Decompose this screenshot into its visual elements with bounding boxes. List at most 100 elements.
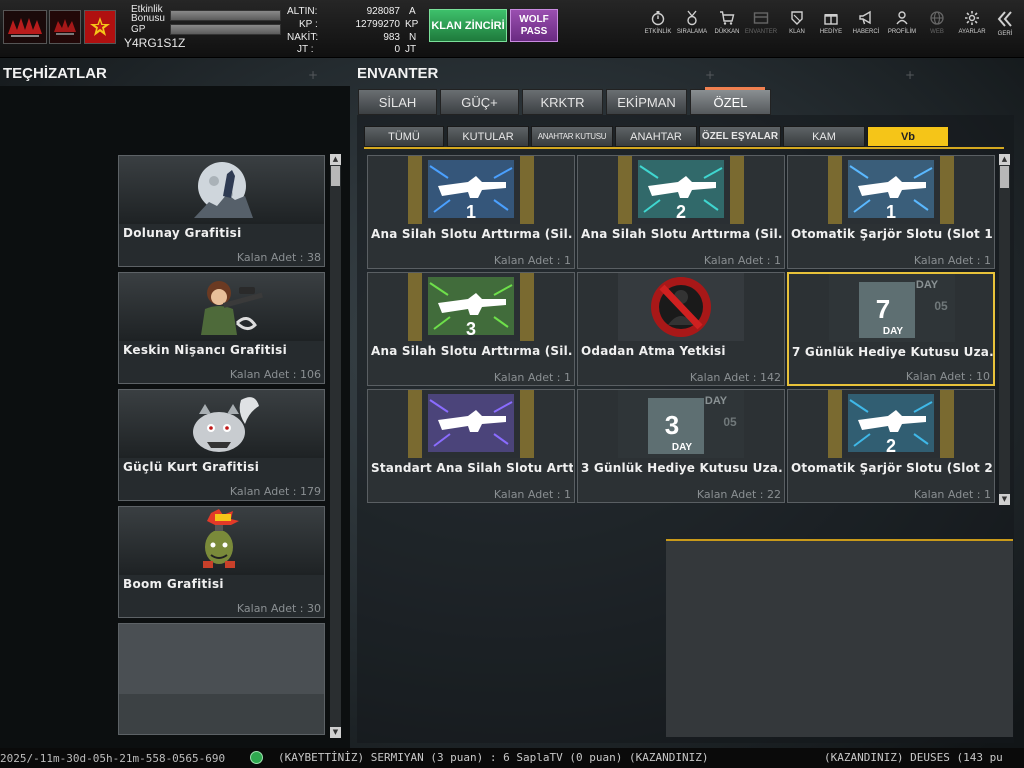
- equipment-item[interactable]: Keskin Nişancı Grafitisi Kalan Adet : 10…: [118, 272, 325, 384]
- filter-kutular[interactable]: KUTULAR: [447, 126, 529, 147]
- inventory-item[interactable]: 3 Ana Silah Slotu Arttırma (Sil... Kalan A…: [367, 272, 575, 386]
- inventory-item[interactable]: Standart Ana Silah Slotu Artt... Kalan Ad…: [367, 389, 575, 503]
- wolf-pass-label: WOLF PASS: [519, 14, 549, 37]
- bonus-label: Bonusu: [131, 13, 165, 24]
- nav-siralama-label: SIRALAMA: [676, 29, 708, 35]
- inventory-item-count: Kalan Adet : 10: [905, 370, 990, 383]
- inventory-item[interactable]: 1 Ana Silah Slotu Arttırma (Sil... Kalan A…: [367, 155, 575, 269]
- inventory-item-image: 7 DAY DAY 05: [829, 274, 955, 342]
- equipment-item-empty[interactable]: [118, 623, 325, 735]
- empty-slot: [119, 624, 324, 694]
- svg-text:2: 2: [886, 436, 896, 456]
- medal-icon: [687, 10, 697, 26]
- player-name: Y4RG1S1Z: [124, 36, 186, 50]
- nav-siralama[interactable]: SIRALAMA: [672, 10, 712, 40]
- equipment-item-name: Boom Grafitisi: [123, 577, 224, 591]
- equipment-scrollbar[interactable]: ▲ ▼: [330, 154, 341, 738]
- nav-profilim-label: PROFİLİM: [887, 29, 917, 35]
- filter-ozel-esyalar[interactable]: ÖZEL EŞYALAR: [699, 126, 781, 147]
- equipment-item-count: Kalan Adet : 179: [229, 485, 321, 498]
- klan-zinciri-button[interactable]: KLAN ZİNCİRİ: [429, 9, 507, 42]
- scroll-down-arrow[interactable]: ▼: [999, 494, 1010, 505]
- inventory-item-name: Ana Silah Slotu Arttırma (Sil...: [581, 227, 783, 241]
- shield-icon: [791, 11, 803, 25]
- currency-unit-3: JT: [405, 44, 417, 55]
- equipment-item[interactable]: Boom Grafitisi Kalan Adet : 30: [118, 506, 325, 618]
- event-bonus-bar: [170, 10, 281, 21]
- equipment-item-count: Kalan Adet : 30: [236, 602, 321, 615]
- equipment-item-name: Güçlü Kurt Grafitisi: [123, 460, 260, 474]
- equipment-item[interactable]: Dolunay Grafitisi Kalan Adet : 38: [118, 155, 325, 267]
- inventory-scrollbar[interactable]: ▲ ▼: [999, 154, 1010, 505]
- inventory-item-name: Otomatik Şarjör Slotu (Slot 1): [791, 227, 993, 241]
- inventory-item-image: [618, 273, 744, 341]
- inventory-item-count: Kalan Adet : 1: [913, 488, 991, 501]
- tab-ozel[interactable]: ÖZEL: [690, 89, 771, 115]
- nav-web[interactable]: WEB: [917, 10, 957, 40]
- scroll-thumb[interactable]: [331, 166, 340, 186]
- nav-geri[interactable]: GERİ: [988, 10, 1022, 40]
- nav-ayarlar[interactable]: AYARLAR: [952, 10, 992, 40]
- equipment-item-name: Dolunay Grafitisi: [123, 226, 242, 240]
- ticker-icon: [250, 751, 263, 764]
- full-moon-wolf-graffiti-image: [119, 156, 324, 224]
- filter-underline: [364, 147, 1004, 149]
- inventory-item-image: 3: [408, 273, 534, 341]
- inventory-item-count: Kalan Adet : 1: [703, 254, 781, 267]
- item-detail-panel: [666, 539, 1013, 737]
- scroll-thumb[interactable]: [1000, 166, 1009, 188]
- klan-zinciri-label: KLAN ZİNCİRİ: [431, 19, 505, 32]
- filter-kam[interactable]: KAM: [783, 126, 865, 147]
- nav-envanter[interactable]: ENVANTER: [741, 10, 781, 40]
- timestamp: 2025/-11m-30d-05h-21m-558-0565-690: [0, 752, 226, 765]
- equipment-item-name: Keskin Nişancı Grafitisi: [123, 343, 288, 357]
- currency-label-2: NAKİT:: [287, 32, 319, 43]
- boom-grenade-graffiti-image: [119, 507, 324, 575]
- inventory-item[interactable]: Odadan Atma Yetkisi Kalan Adet : 142: [577, 272, 785, 386]
- nav-hediye-label: HEDİYE: [819, 29, 843, 35]
- inventory-item-name: Ana Silah Slotu Arttırma (Sil...: [371, 344, 573, 358]
- filter-vb[interactable]: Vb: [867, 126, 949, 147]
- tab-krktr[interactable]: KRKTR: [522, 89, 603, 115]
- back-arrows-icon: [997, 11, 1012, 27]
- equipment-item[interactable]: Güçlü Kurt Grafitisi Kalan Adet : 179: [118, 389, 325, 501]
- inventory-item-image: 1: [408, 156, 534, 224]
- svg-text:DAY: DAY: [916, 279, 939, 291]
- gp-bar: [170, 24, 281, 35]
- inventory-item-count: Kalan Adet : 142: [689, 371, 781, 384]
- filter-anahtar[interactable]: ANAHTAR: [615, 126, 697, 147]
- filter-anahtar-kutusu[interactable]: ANAHTAR KUTUSU: [531, 126, 613, 147]
- filter-tumu[interactable]: TÜMÜ: [364, 126, 444, 147]
- tab-guc[interactable]: GÜÇ+: [440, 89, 519, 115]
- wolf-pass-button[interactable]: WOLF PASS: [510, 9, 558, 42]
- equipment-item-count: Kalan Adet : 106: [229, 368, 321, 381]
- inventory-item[interactable]: 7 DAY DAY 05 7 Günlük Hediye Kutusu Uza... Ka…: [787, 272, 995, 386]
- currency-value-2: 983: [383, 32, 400, 43]
- inventory-item[interactable]: 2 Otomatik Şarjör Slotu (Slot 2) Kalan Ade…: [787, 389, 995, 503]
- tab-silah[interactable]: SİLAH: [358, 89, 437, 115]
- svg-text:1: 1: [886, 202, 896, 222]
- decor-plus: +: [308, 68, 319, 82]
- gear-icon: [965, 11, 979, 25]
- stopwatch-icon: [651, 11, 665, 26]
- inventory-item-count: Kalan Adet : 22: [696, 488, 781, 501]
- nav-hediye[interactable]: HEDİYE: [811, 10, 851, 40]
- scroll-up-arrow[interactable]: ▲: [330, 154, 341, 165]
- svg-text:2: 2: [676, 202, 686, 222]
- inventory-item-image: [408, 390, 534, 458]
- nav-haberci[interactable]: HABERCİ: [846, 10, 886, 40]
- decor-plus: +: [905, 68, 916, 82]
- inventory-item[interactable]: 1 Otomatik Şarjör Slotu (Slot 1) Kalan Ade…: [787, 155, 995, 269]
- profile-icon: [896, 11, 908, 25]
- inventory-item[interactable]: 3 DAY DAY 05 3 Günlük Hediye Kutusu Uza... Ka…: [577, 389, 785, 503]
- inventory-item[interactable]: 2 Ana Silah Slotu Arttırma (Sil... Kalan A…: [577, 155, 785, 269]
- scroll-up-arrow[interactable]: ▲: [999, 154, 1010, 165]
- tab-ekipman[interactable]: EKİPMAN: [606, 89, 687, 115]
- scroll-down-arrow[interactable]: ▼: [330, 727, 341, 738]
- clan-emblem: [49, 10, 81, 44]
- svg-text:3: 3: [466, 319, 476, 339]
- nav-profilim[interactable]: PROFİLİM: [882, 10, 922, 40]
- inventory-item-image: 2: [828, 390, 954, 458]
- svg-text:05: 05: [934, 299, 948, 313]
- svg-text:DAY: DAY: [883, 326, 904, 337]
